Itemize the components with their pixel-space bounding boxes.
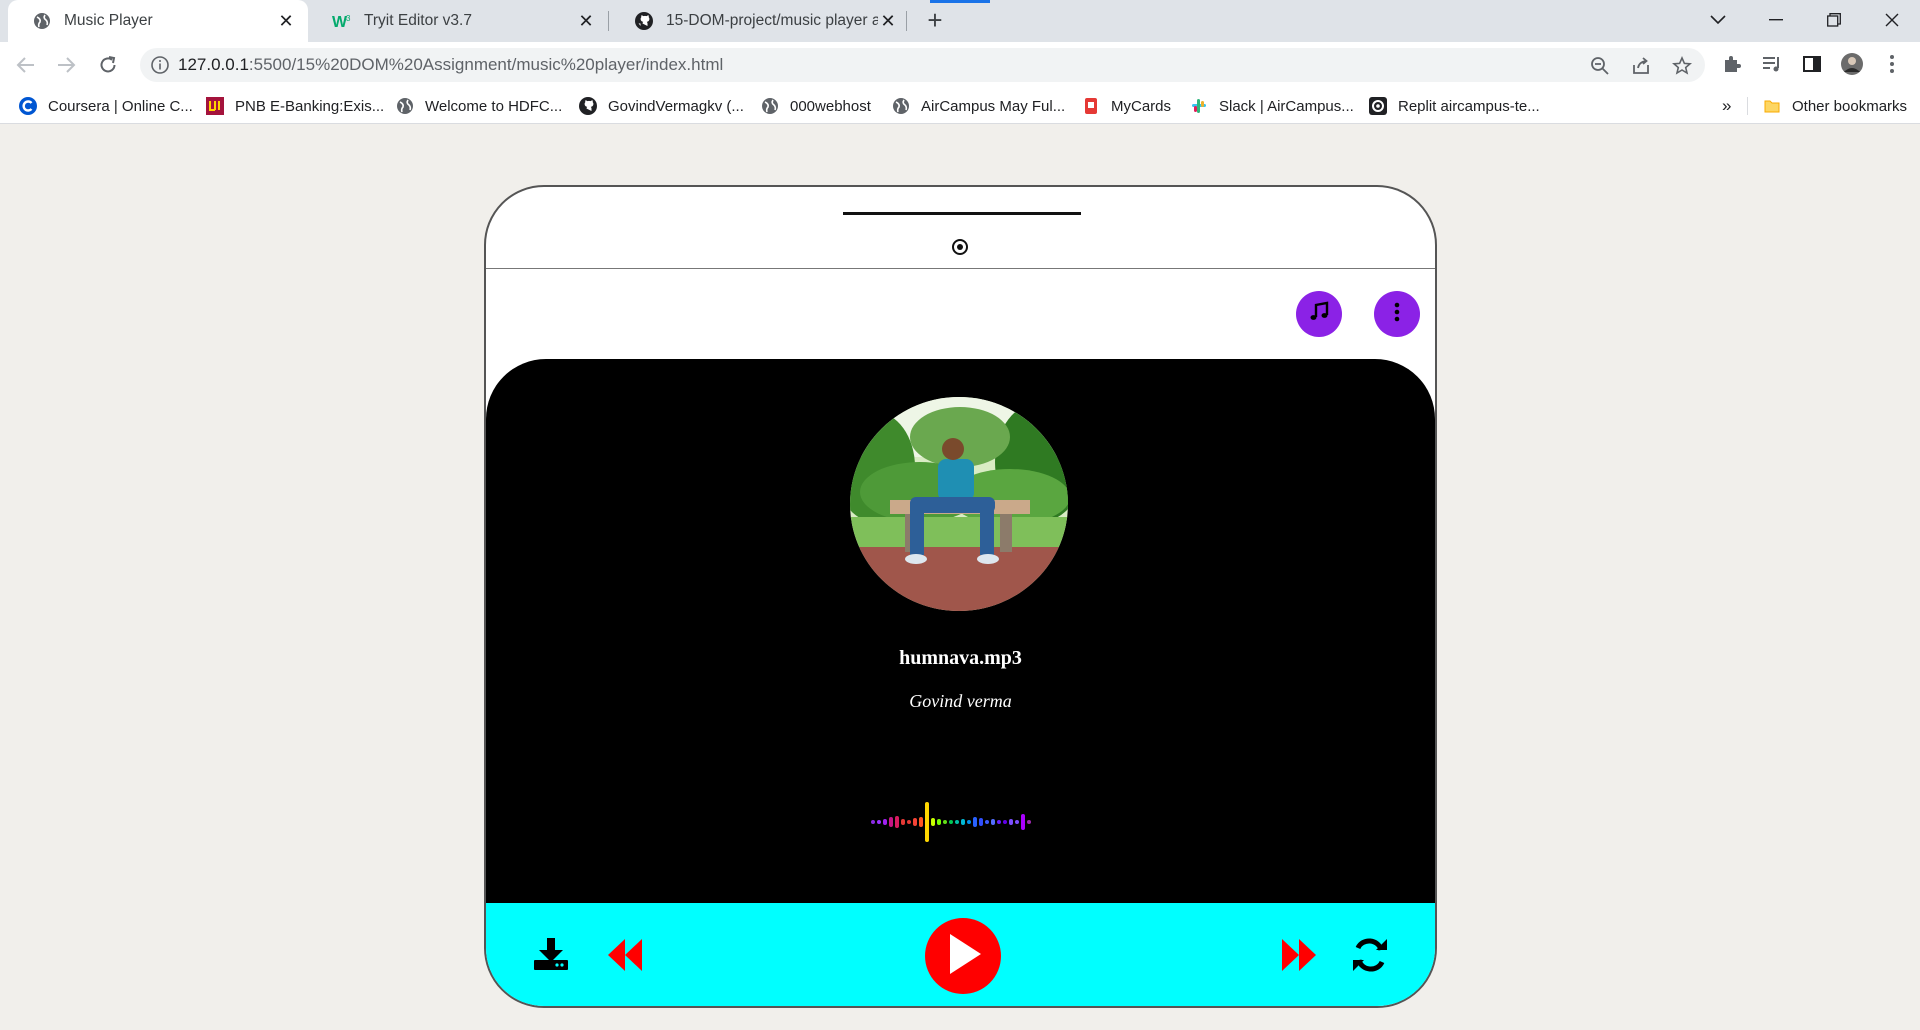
bookmark-label: 000webhost <box>790 97 871 115</box>
address-bar[interactable]: 127.0.0.1:5500/15%20DOM%20Assignment/mus… <box>140 48 1705 82</box>
tab-separator <box>906 11 907 31</box>
tab-tryit-editor[interactable]: W3 Tryit Editor v3.7 ✕ <box>308 0 608 42</box>
header-divider <box>486 268 1435 269</box>
tab-title: Tryit Editor v3.7 <box>364 12 472 29</box>
more-options-button[interactable] <box>1374 291 1420 337</box>
globe-icon <box>891 96 911 116</box>
media-control-icon[interactable] <box>1760 52 1784 76</box>
side-panel-icon[interactable] <box>1800 52 1824 76</box>
bookmark-coursera[interactable]: Coursera | Online C... <box>18 94 193 118</box>
github-icon <box>634 11 654 31</box>
tab-loading-indicator <box>930 0 990 3</box>
previous-icon <box>608 938 642 976</box>
close-icon[interactable]: ✕ <box>576 11 596 31</box>
site-info-icon[interactable] <box>150 55 170 75</box>
repeat-icon <box>1352 937 1388 977</box>
mycards-icon <box>1081 96 1101 116</box>
bookmark-label: Replit aircampus-te... <box>1398 97 1540 115</box>
kebab-menu-icon <box>1394 302 1400 327</box>
replit-icon <box>1368 96 1388 116</box>
bookmark-aircampus[interactable]: AirCampus May Ful... <box>891 94 1065 118</box>
tab-title: Music Player <box>64 12 153 29</box>
tab-strip: Music Player ✕ W3 Tryit Editor v3.7 ✕ 15… <box>0 0 1920 42</box>
bookmarks-overflow-button[interactable]: » <box>1722 94 1731 118</box>
minimize-icon[interactable] <box>1748 0 1804 40</box>
download-button[interactable] <box>534 937 568 975</box>
tab-separator <box>608 11 609 31</box>
svg-text:3: 3 <box>346 14 351 23</box>
bookmark-label: GovindVermagkv (... <box>608 97 744 115</box>
zoom-icon[interactable] <box>1589 55 1611 77</box>
reload-icon[interactable] <box>94 51 122 79</box>
url-path: :5500/15%20DOM%20Assignment/music%20play… <box>248 55 724 74</box>
folder-icon <box>1762 96 1782 116</box>
back-arrow-icon[interactable] <box>12 51 40 79</box>
bookmark-label: PNB E-Banking:Exis... <box>235 97 385 115</box>
url-text: 127.0.0.1:5500/15%20DOM%20Assignment/mus… <box>178 55 723 75</box>
bookmark-pnb[interactable]: PNB E-Banking:Exis... <box>205 94 384 118</box>
bookmark-label: Other bookmarks <box>1792 97 1908 115</box>
tab-music-player[interactable]: Music Player ✕ <box>8 0 308 42</box>
globe-icon <box>32 11 52 31</box>
play-icon <box>945 933 981 979</box>
bookmark-000webhost[interactable]: 000webhost <box>760 94 871 118</box>
bookmark-mycards[interactable]: MyCards <box>1081 94 1171 118</box>
bookmark-github[interactable]: GovindVermagkv (... <box>578 94 744 118</box>
bookmark-label: Welcome to HDFC... <box>425 97 563 115</box>
forward-arrow-icon[interactable] <box>52 51 80 79</box>
playlist-button[interactable] <box>1296 291 1342 337</box>
download-icon <box>534 937 568 975</box>
bookmark-label: AirCampus May Ful... <box>921 97 1066 115</box>
play-button[interactable] <box>925 918 1001 994</box>
close-icon[interactable]: ✕ <box>878 11 898 31</box>
album-art <box>850 397 1068 611</box>
bookmarks-bar: Coursera | Online C... PNB E-Banking:Exi… <box>0 88 1920 124</box>
restore-icon[interactable] <box>1806 0 1862 40</box>
new-tab-plus-icon[interactable]: + <box>922 7 948 34</box>
close-icon[interactable]: ✕ <box>276 11 296 31</box>
window-close-icon[interactable] <box>1864 0 1920 40</box>
extensions-puzzle-icon[interactable] <box>1720 52 1744 76</box>
bookmark-label: Slack | AirCampus... <box>1219 97 1354 115</box>
audio-visualizer <box>871 802 1031 842</box>
coursera-icon <box>18 96 38 116</box>
profile-avatar-icon[interactable] <box>1840 52 1864 76</box>
bookmark-hdfc[interactable]: Welcome to HDFC... <box>395 94 562 118</box>
share-icon[interactable] <box>1630 55 1652 77</box>
bookmark-slack[interactable]: Slack | AirCampus... <box>1189 94 1354 118</box>
bookmarks-separator <box>1747 97 1748 115</box>
kebab-menu-icon[interactable] <box>1880 52 1904 76</box>
pnb-icon <box>205 96 225 116</box>
bookmark-replit[interactable]: Replit aircampus-te... <box>1368 94 1540 118</box>
url-host: 127.0.0.1 <box>178 55 249 74</box>
bookmark-label: MyCards <box>1111 97 1172 115</box>
slack-icon <box>1189 96 1209 116</box>
repeat-button[interactable] <box>1352 937 1388 977</box>
artist-name: Govind verma <box>909 691 1012 711</box>
previous-button[interactable] <box>608 938 642 976</box>
next-button[interactable] <box>1282 938 1316 976</box>
globe-icon <box>395 96 415 116</box>
speaker-grill <box>843 212 1081 215</box>
bookmark-label: Coursera | Online C... <box>48 97 193 115</box>
browser-toolbar: 127.0.0.1:5500/15%20DOM%20Assignment/mus… <box>0 42 1920 88</box>
github-icon <box>578 96 598 116</box>
control-bar <box>486 903 1435 1006</box>
globe-icon <box>760 96 780 116</box>
w3schools-icon: W3 <box>332 11 352 31</box>
next-icon <box>1282 938 1316 976</box>
tab-github[interactable]: 15-DOM-project/music player at ✕ <box>610 0 910 42</box>
tab-title: 15-DOM-project/music player at <box>666 12 878 29</box>
star-bookmark-icon[interactable] <box>1671 55 1693 77</box>
phone-frame: humnava.mp3 Govind verma <box>484 185 1437 1008</box>
other-bookmarks-folder[interactable]: Other bookmarks <box>1762 94 1907 118</box>
music-note-icon <box>1308 301 1330 328</box>
player-screen: humnava.mp3 Govind verma <box>486 359 1435 919</box>
camera-icon <box>952 239 968 255</box>
chevron-down-icon[interactable] <box>1690 0 1746 40</box>
song-title: humnava.mp3 <box>899 647 1022 669</box>
